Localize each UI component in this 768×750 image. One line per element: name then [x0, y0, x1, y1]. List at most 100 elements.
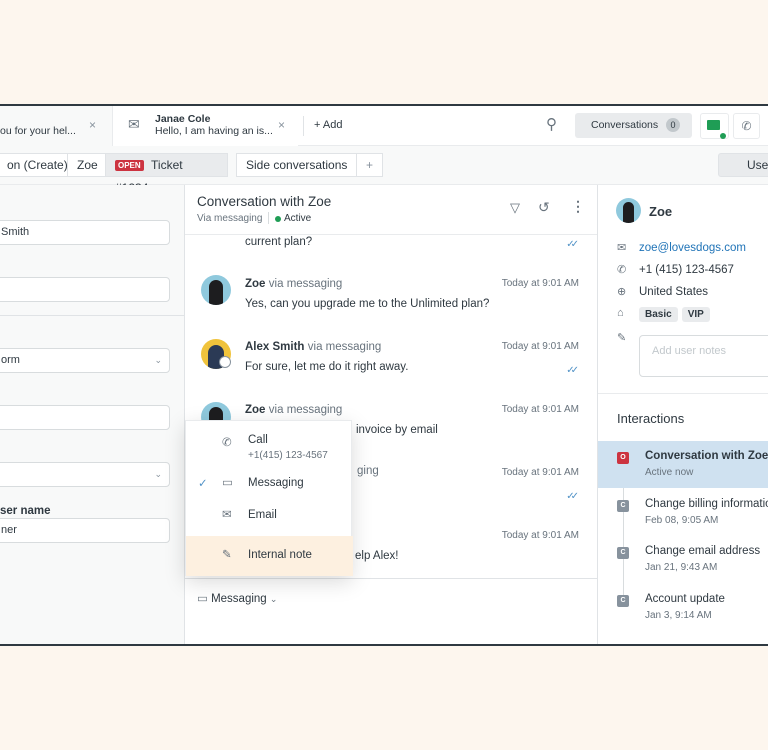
interaction-item[interactable]: C Account update Jan 3, 9:14 AM: [598, 584, 768, 631]
form-field[interactable]: [0, 277, 170, 302]
menu-item-email[interactable]: ✉ Email: [186, 499, 353, 529]
search-icon[interactable]: ⚲: [546, 115, 557, 133]
messaging-status-button[interactable]: [700, 113, 729, 139]
menu-item-label: Call: [248, 434, 268, 446]
user-name: Zoe: [649, 204, 673, 219]
user-email[interactable]: zoe@lovesdogs.com: [639, 242, 746, 254]
tag-icon: ⌂: [617, 307, 624, 319]
channel-selector[interactable]: ▭ Messaging ⌄: [197, 591, 277, 605]
mail-icon: ✉: [617, 242, 627, 254]
conversation-via: Via messaging: [197, 213, 263, 224]
chat-icon: ▭: [197, 593, 208, 605]
read-receipt-icon: ✓✓: [566, 491, 579, 502]
interaction-badge: O: [617, 452, 629, 464]
divider: [598, 393, 768, 394]
message-author: Alex Smith via messaging: [245, 341, 382, 353]
interaction-title: Account update: [645, 593, 725, 605]
divider: [303, 116, 304, 136]
message-text: Yes, can you upgrade me to the Unlimited…: [245, 298, 490, 310]
subtab-side-conversations[interactable]: Side conversations: [236, 153, 358, 177]
close-tab-icon[interactable]: ×: [89, 118, 96, 132]
message-text: For sure, let me do it right away.: [245, 361, 409, 373]
tab-conversation-1[interactable]: ou for your hel... ×: [0, 106, 113, 146]
message-author: Zoe via messaging: [245, 404, 343, 416]
chevron-down-icon: ⌄: [269, 594, 278, 604]
form-field[interactable]: Smith: [0, 220, 170, 245]
conversations-label: Conversations: [591, 119, 659, 131]
user-country: United States: [639, 286, 709, 298]
user-tags: Basic VIP: [639, 306, 714, 322]
message-author: Zoe via messaging: [245, 278, 343, 290]
interaction-item[interactable]: C Change billing informatio Feb 08, 9:05…: [598, 489, 768, 536]
message-text: elp Alex!: [355, 550, 399, 562]
mail-icon: ✉: [222, 509, 232, 521]
mail-icon: ✉: [128, 116, 140, 132]
note-icon: ✎: [617, 332, 627, 344]
interaction-date: Jan 21, 9:43 AM: [645, 562, 718, 573]
message-time: Today at 9:01 AM: [501, 278, 579, 289]
field-label: ser name: [0, 505, 51, 517]
message-time: Today at 9:01 AM: [501, 530, 579, 541]
interaction-item[interactable]: C Change email address Jan 21, 9:43 AM: [598, 536, 768, 583]
interaction-item-active[interactable]: O Conversation with Zoe Active now: [598, 441, 768, 488]
tab-janae-cole[interactable]: ✉ Janae Cole Hello, I am having an is...…: [113, 106, 298, 146]
channel-selected-label: Messaging: [211, 593, 267, 605]
interaction-date: Jan 3, 9:14 AM: [645, 610, 712, 621]
conversations-button[interactable]: Conversations 0: [575, 113, 692, 138]
menu-item-call[interactable]: ✆ Call +1(415) 123-4567: [186, 421, 353, 465]
user-phone: +1 (415) 123-4567: [639, 264, 734, 276]
close-tab-icon[interactable]: ×: [278, 118, 285, 132]
add-tab-button[interactable]: + Add: [314, 119, 342, 131]
channel-menu: ✆ Call +1(415) 123-4567 ✓ ▭ Messaging ✉ …: [185, 420, 353, 576]
conversation-status: Active: [284, 213, 312, 224]
message-time: Today at 9:01 AM: [501, 404, 579, 415]
subtab-zoe[interactable]: Zoe: [67, 153, 108, 177]
menu-item-messaging[interactable]: ✓ ▭ Messaging: [186, 467, 353, 497]
add-side-conversation-button[interactable]: +: [356, 153, 384, 177]
user-notes-input[interactable]: Add user notes: [639, 335, 768, 377]
avatar-zoe: [616, 198, 641, 223]
user-panel: Zoe ✉ zoe@lovesdogs.com ✆ +1 (415) 123-4…: [597, 185, 768, 644]
form-select[interactable]: orm ⌄: [0, 348, 170, 373]
divider: [0, 315, 185, 316]
tag: Basic: [639, 307, 678, 322]
user-name-field[interactable]: ner: [0, 518, 170, 543]
conversation-title: Conversation with Zoe: [197, 194, 332, 209]
check-icon: ✓: [198, 478, 208, 490]
note-icon: ✎: [222, 549, 232, 561]
menu-item-label: Email: [248, 509, 277, 521]
chevron-down-icon: ⌄: [154, 355, 162, 365]
divider: [185, 578, 597, 579]
interaction-title: Change email address: [645, 545, 761, 557]
subtab-bar: on (Create) Zoe OPEN Ticket #1234 Side c…: [0, 146, 768, 195]
phone-button[interactable]: ✆: [733, 113, 760, 139]
agent-icon: [219, 356, 231, 368]
menu-item-label: Messaging: [248, 477, 304, 489]
menu-item-sub: +1(415) 123-4567: [248, 450, 328, 461]
interaction-badge: C: [617, 500, 629, 512]
tag: VIP: [681, 307, 710, 322]
online-dot: [720, 133, 726, 139]
interactions-title: Interactions: [617, 411, 685, 426]
history-icon[interactable]: ↺: [538, 199, 550, 216]
form-select[interactable]: ⌄: [0, 462, 170, 487]
select-value: orm: [1, 354, 20, 366]
more-options-icon[interactable]: ⋮: [571, 198, 585, 215]
form-field[interactable]: [0, 405, 170, 430]
message-via: ging: [357, 465, 379, 477]
status-badge: OPEN: [115, 160, 144, 171]
filter-icon[interactable]: ▽: [510, 200, 520, 216]
conversation-header: Conversation with Zoe Via messaging Acti…: [185, 185, 597, 235]
ticket-form-panel: Smith orm ⌄ ⌄ ser name ner: [0, 185, 185, 644]
chevron-down-icon: ⌄: [154, 469, 162, 479]
read-receipt-icon: ✓✓: [566, 365, 579, 376]
subtab-ticket[interactable]: OPEN Ticket #1234: [105, 153, 228, 195]
menu-item-internal-note[interactable]: ✎ Internal note: [186, 536, 353, 576]
active-dot: [275, 216, 281, 222]
phone-icon: ✆: [741, 119, 752, 133]
chat-icon: ▭: [222, 477, 233, 489]
phone-icon: ✆: [222, 437, 232, 449]
interaction-badge: C: [617, 595, 629, 607]
tab-name: Janae Cole: [155, 113, 211, 125]
user-button[interactable]: User: [718, 153, 768, 177]
